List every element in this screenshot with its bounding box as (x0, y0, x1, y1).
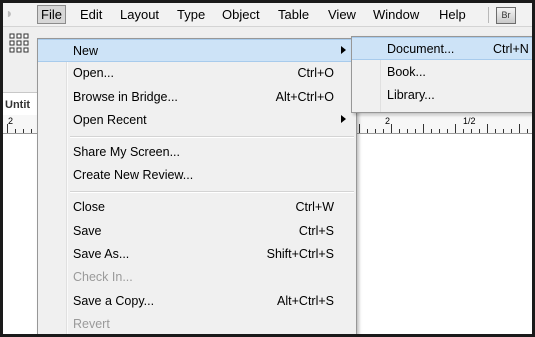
ruler-tick (511, 129, 512, 133)
ruler-tick (367, 129, 368, 133)
menu-help[interactable]: Help (436, 6, 469, 23)
menu-table[interactable]: Table (275, 6, 312, 23)
ruler-tick (479, 129, 480, 133)
menu-bar: ◗ File Edit Layout Type Object Table Vie… (3, 3, 532, 27)
ruler-tick (383, 129, 384, 133)
menu-item-new-library[interactable]: Library... (352, 84, 532, 107)
menu-item-shortcut: Alt+Ctrl+S (277, 294, 334, 308)
ruler-tick (487, 124, 488, 133)
menubar-divider (488, 7, 489, 23)
bridge-button[interactable]: Br (496, 7, 516, 24)
menu-item-shortcut: Ctrl+O (297, 66, 334, 80)
menu-edit[interactable]: Edit (77, 6, 105, 23)
ruler-tick (23, 129, 24, 133)
menu-type[interactable]: Type (174, 6, 208, 23)
menu-item-shortcut: Ctrl+N (493, 42, 529, 56)
menu-layout[interactable]: Layout (117, 6, 162, 23)
document-tab[interactable]: Untit (3, 96, 37, 114)
menu-item-label: Document... (387, 42, 455, 56)
ruler-label: 1/2 (463, 116, 476, 126)
ruler-tick (31, 129, 32, 133)
menu-view[interactable]: View (325, 6, 359, 23)
ruler-tick (527, 129, 528, 133)
ruler-tick (359, 124, 360, 133)
ruler-tick (495, 129, 496, 133)
ruler-label: 2 (8, 116, 14, 126)
menu-item-label: New (73, 44, 99, 58)
menu-item-shortcut: Alt+Ctrl+O (275, 90, 334, 104)
ruler-tick (463, 129, 464, 133)
ruler-tick (519, 124, 520, 133)
ruler-tick (503, 129, 504, 133)
menu-item-new[interactable]: New (38, 39, 356, 62)
ruler-tick (391, 124, 392, 133)
menu-item-new-book[interactable]: Book... (352, 61, 532, 84)
menu-item-label: Close (73, 200, 105, 214)
menu-separator (70, 136, 354, 138)
menu-item-label: Check In... (73, 270, 133, 284)
menu-item-label: Browse in Bridge... (73, 90, 178, 104)
menu-item-label: Revert (73, 317, 110, 331)
menu-window[interactable]: Window (370, 6, 422, 23)
menu-item-label: Create New Review... (73, 168, 194, 182)
ruler-label: 2 (385, 116, 391, 126)
submenu-arrow-icon (341, 115, 346, 123)
ruler-tick (471, 129, 472, 133)
app-logo-icon: ◗ (5, 5, 14, 21)
menu-item-share-my-screen[interactable]: Share My Screen... (38, 141, 356, 164)
menu-item-shortcut: Ctrl+S (298, 224, 334, 238)
ruler-tick (423, 124, 424, 133)
menu-item-check-in: Check In... (38, 266, 356, 289)
ruler-tick (455, 124, 456, 133)
submenu-arrow-icon (341, 46, 346, 54)
menu-item-label: Save As... (73, 247, 130, 261)
menu-item-open[interactable]: Open... Ctrl+O (38, 62, 356, 85)
menu-item-label: Share My Screen... (73, 145, 180, 159)
ruler-tick (399, 129, 400, 133)
ruler-tick (439, 129, 440, 133)
ruler-tick (15, 129, 16, 133)
app-window: ◗ File Edit Layout Type Object Table Vie… (0, 0, 535, 337)
menu-item-close[interactable]: Close Ctrl+W (38, 196, 356, 219)
menu-item-browse-in-bridge[interactable]: Browse in Bridge... Alt+Ctrl+O (38, 86, 356, 109)
new-submenu: Document... Ctrl+N Book... Library... (351, 36, 532, 113)
menu-item-label: Library... (387, 88, 435, 102)
menu-separator (70, 191, 354, 193)
ruler-tick (431, 129, 432, 133)
menu-item-label: Save a Copy... (73, 294, 155, 308)
menu-item-shortcut: Shift+Ctrl+S (266, 247, 334, 261)
menu-item-label: Save (73, 224, 102, 238)
file-menu: New Open... Ctrl+O Browse in Bridge... A… (37, 38, 357, 334)
menu-object[interactable]: Object (219, 6, 263, 23)
menu-item-label: Book... (387, 65, 426, 79)
menu-item-save-as[interactable]: Save As... Shift+Ctrl+S (38, 243, 356, 266)
ruler-tick (447, 129, 448, 133)
ruler-tick (415, 129, 416, 133)
menu-item-save-a-copy[interactable]: Save a Copy... Alt+Ctrl+S (38, 290, 356, 313)
ruler-tick (407, 129, 408, 133)
menu-item-label: Open... (73, 66, 114, 80)
menu-file[interactable]: File (37, 5, 66, 24)
menu-item-save[interactable]: Save Ctrl+S (38, 220, 356, 243)
ruler-tick (375, 129, 376, 133)
ruler-tick (7, 124, 8, 133)
menu-item-new-document[interactable]: Document... Ctrl+N (352, 37, 532, 60)
menu-item-open-recent[interactable]: Open Recent (38, 109, 356, 132)
menu-item-label: Open Recent (73, 113, 147, 127)
reference-point-icon[interactable] (9, 33, 29, 53)
menu-item-create-new-review[interactable]: Create New Review... (38, 164, 356, 187)
menu-item-revert: Revert (38, 313, 356, 334)
menu-item-shortcut: Ctrl+W (295, 200, 334, 214)
